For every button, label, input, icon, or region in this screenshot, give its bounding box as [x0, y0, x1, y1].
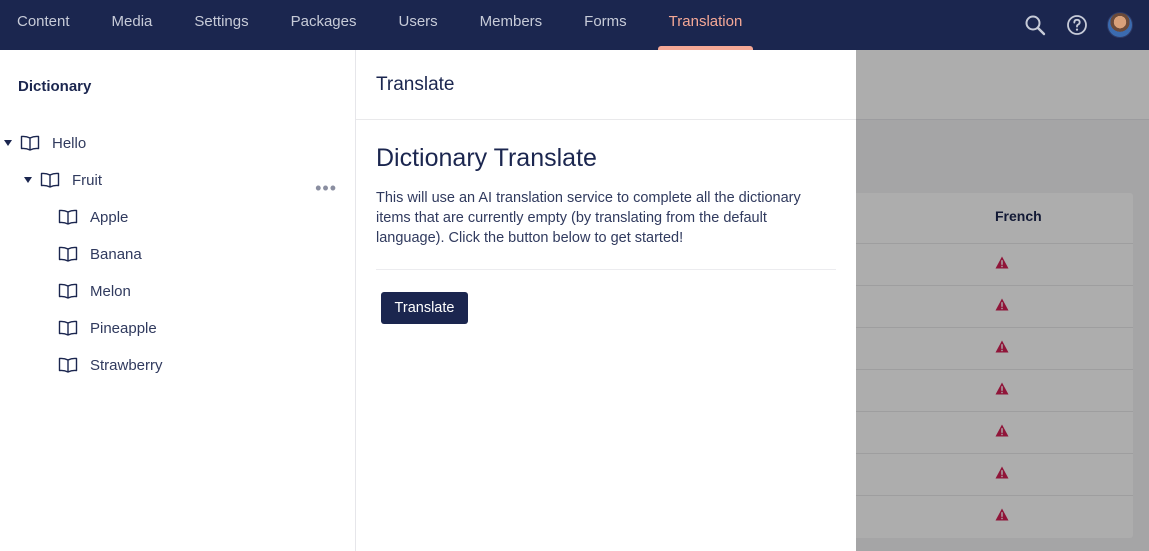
avatar[interactable] — [1107, 12, 1133, 38]
translate-button[interactable]: Translate — [381, 292, 468, 324]
nav-packages[interactable]: Packages — [270, 0, 378, 50]
tree-item-label: Pineapple — [90, 319, 157, 337]
sidebar-title: Dictionary — [18, 78, 92, 95]
book-icon — [58, 283, 78, 299]
tree-item-label: Strawberry — [90, 356, 163, 374]
caret-down-icon[interactable] — [24, 177, 32, 183]
tree-item-apple[interactable]: Apple — [58, 202, 128, 232]
more-options-icon[interactable]: ••• — [315, 178, 337, 199]
tree-item-fruit[interactable]: Fruit — [24, 165, 102, 195]
top-bar: Content Media Settings Packages Users Me… — [0, 0, 1149, 50]
dialog-header: Translate — [356, 50, 856, 120]
tree-item-hello[interactable]: Hello — [4, 128, 86, 158]
caret-down-icon[interactable] — [4, 140, 12, 146]
search-icon[interactable] — [1023, 13, 1047, 37]
tree-item-label: Banana — [90, 245, 142, 263]
dialog-title: Translate — [376, 73, 455, 95]
book-icon — [58, 209, 78, 225]
nav-media[interactable]: Media — [91, 0, 174, 50]
nav-forms[interactable]: Forms — [563, 0, 648, 50]
tree-item-label: Fruit — [72, 171, 102, 189]
book-icon — [40, 172, 60, 188]
divider — [376, 269, 836, 270]
dialog-heading: Dictionary Translate — [376, 144, 597, 172]
translate-dialog: Translate Dictionary Translate This will… — [356, 50, 856, 551]
nav-users[interactable]: Users — [377, 0, 458, 50]
sidebar: Dictionary Hello Fruit ••• Apple Banana … — [0, 50, 356, 551]
nav-members[interactable]: Members — [459, 0, 564, 50]
tree-item-pineapple[interactable]: Pineapple — [58, 313, 157, 343]
nav-settings[interactable]: Settings — [173, 0, 269, 50]
nav-translation[interactable]: Translation — [648, 0, 764, 50]
tree-item-label: Melon — [90, 282, 131, 300]
book-icon — [58, 320, 78, 336]
book-icon — [20, 135, 40, 151]
top-icons — [1023, 0, 1133, 50]
tree-item-strawberry[interactable]: Strawberry — [58, 350, 163, 380]
tree-item-banana[interactable]: Banana — [58, 239, 142, 269]
help-icon[interactable] — [1065, 13, 1089, 37]
dialog-description: This will use an AI translation service … — [376, 190, 801, 246]
top-nav: Content Media Settings Packages Users Me… — [0, 0, 763, 50]
nav-content[interactable]: Content — [0, 0, 91, 50]
tree-item-label: Apple — [90, 208, 129, 226]
book-icon — [58, 357, 78, 373]
tree-item-label: Hello — [52, 134, 87, 152]
book-icon — [58, 246, 78, 262]
tree-item-melon[interactable]: Melon — [58, 276, 131, 306]
